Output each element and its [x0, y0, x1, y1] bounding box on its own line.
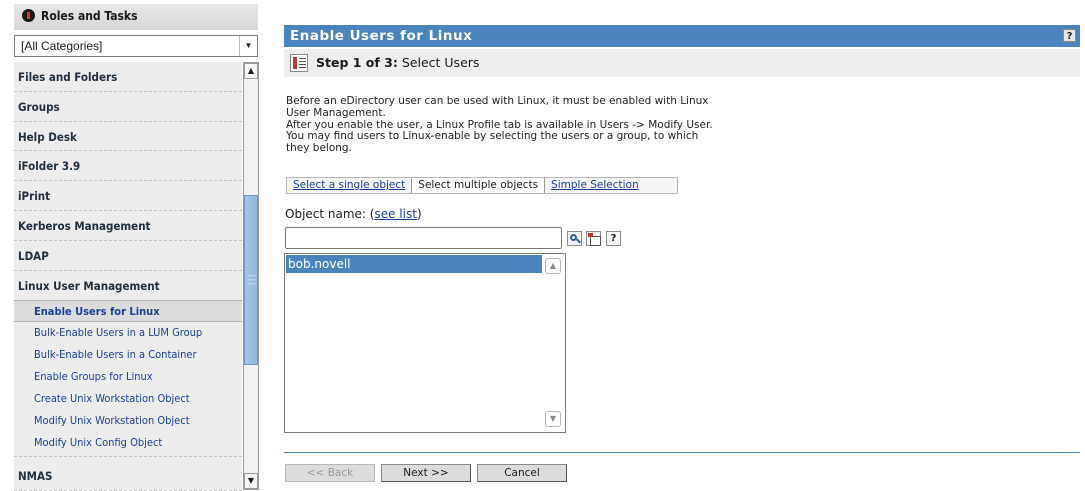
tab-select-single-object[interactable]: Select a single object — [287, 178, 413, 193]
scroll-up-icon[interactable]: ▲ — [244, 63, 258, 79]
description: Before an eDirectory user can be used wi… — [286, 95, 806, 155]
next-button[interactable]: Next >> — [381, 464, 471, 482]
tab-select-multiple-objects[interactable]: Select multiple objects — [412, 178, 546, 193]
category-ldap[interactable]: LDAP — [14, 241, 242, 271]
object-name-text: Object name: ( — [285, 207, 375, 221]
category-select-value: [All Categories] — [21, 39, 103, 53]
roles-tasks-icon — [22, 9, 35, 22]
category-linux-user-management[interactable]: Linux User Management — [14, 271, 242, 301]
task-enable-users-for-linux[interactable]: Enable Users for Linux — [14, 300, 242, 323]
help-icon[interactable]: ? — [606, 231, 621, 246]
sidebar-scrollbar[interactable]: ▲ — — — ▼ — [243, 62, 259, 490]
page-title-bar: Enable Users for Linux ? — [284, 25, 1080, 47]
object-name-close: ) — [416, 207, 422, 221]
step-title: Select Users — [401, 55, 480, 70]
selection-mode-tabs: Select a single object Select multiple o… — [286, 177, 678, 194]
list-scrollbar[interactable]: ▲ ▼ — [542, 255, 564, 431]
roles-and-tasks-header[interactable]: Roles and Tasks — [14, 4, 258, 30]
task-list: Enable Users for Linux Bulk-Enable Users… — [14, 300, 242, 458]
category-list: Files and Folders Groups Help Desk iFold… — [14, 62, 242, 491]
task-bulk-enable-lum-group[interactable]: Bulk-Enable Users in a LUM Group — [14, 322, 242, 344]
task-bulk-enable-container[interactable]: Bulk-Enable Users in a Container — [14, 344, 242, 366]
description-line: User Management. — [286, 106, 386, 119]
see-list-link[interactable]: see list — [374, 207, 416, 221]
object-name-label: Object name: (see list) — [285, 207, 422, 221]
divider — [284, 452, 1080, 453]
category-ifolder[interactable]: iFolder 3.9 — [14, 151, 242, 182]
step-indicator: Step 1 of 3: Select Users — [284, 49, 1080, 77]
sidebar: Roles and Tasks [All Categories] ▼ Files… — [0, 0, 262, 491]
object-browser-icon[interactable] — [586, 231, 601, 246]
list-item[interactable]: bob.novell — [286, 255, 542, 273]
chevron-down-icon[interactable]: ▼ — [545, 411, 561, 427]
task-modify-unix-config[interactable]: Modify Unix Config Object — [14, 432, 242, 454]
selected-objects-list[interactable]: bob.novell ▲ ▼ — [284, 253, 566, 433]
category-nmas[interactable]: NMAS — [14, 461, 242, 491]
description-line: You may find users to Linux-enable by se… — [286, 130, 699, 143]
object-name-input[interactable] — [285, 227, 562, 249]
cancel-button[interactable]: Cancel — [477, 464, 567, 482]
chevron-up-icon[interactable]: ▲ — [545, 258, 561, 274]
task-modify-unix-workstation[interactable]: Modify Unix Workstation Object — [14, 410, 242, 432]
step-number: Step 1 of 3: — [316, 55, 398, 70]
category-help-desk[interactable]: Help Desk — [14, 122, 242, 152]
roles-and-tasks-label: Roles and Tasks — [41, 9, 138, 23]
scroll-thumb[interactable]: — — — — [244, 195, 258, 365]
category-groups[interactable]: Groups — [14, 92, 242, 122]
category-files-and-folders[interactable]: Files and Folders — [14, 62, 242, 92]
category-select[interactable]: [All Categories] ▼ — [14, 35, 258, 57]
back-button[interactable]: << Back — [285, 464, 375, 482]
category-iprint[interactable]: iPrint — [14, 181, 242, 211]
category-kerberos-management[interactable]: Kerberos Management — [14, 211, 242, 241]
description-line: they belong. — [286, 142, 352, 155]
task-create-unix-workstation[interactable]: Create Unix Workstation Object — [14, 388, 242, 410]
tab-simple-selection[interactable]: Simple Selection — [545, 178, 645, 193]
grip-icon: — — — — [248, 271, 257, 289]
wizard-step-icon — [290, 54, 308, 72]
scroll-down-icon[interactable]: ▼ — [244, 473, 258, 489]
chevron-down-icon[interactable]: ▼ — [239, 36, 257, 56]
page-title: Enable Users for Linux — [290, 28, 473, 44]
help-icon[interactable]: ? — [1063, 29, 1076, 42]
search-icon[interactable] — [567, 231, 582, 246]
task-enable-groups-for-linux[interactable]: Enable Groups for Linux — [14, 366, 242, 388]
